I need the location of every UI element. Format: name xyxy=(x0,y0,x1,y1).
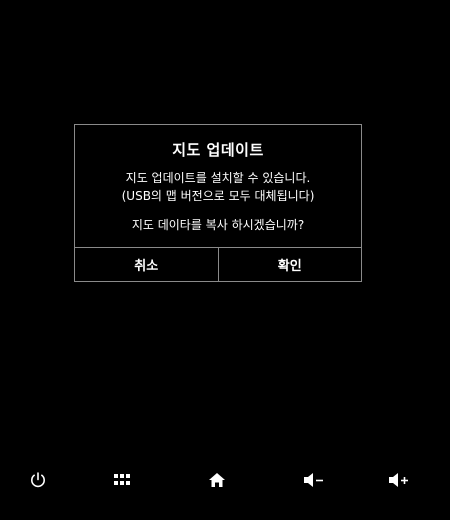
dialog-question: 지도 데이타를 복사 하시겠습니까? xyxy=(131,218,305,232)
volume-up-icon[interactable] xyxy=(384,465,414,495)
cancel-button[interactable]: 취소 xyxy=(75,248,219,281)
dialog-message-line1: 지도 업데이트를 설치할 수 있습니다. xyxy=(125,171,311,185)
bottom-bar xyxy=(0,465,450,495)
dialog-button-row: 취소 확인 xyxy=(75,247,361,281)
power-icon[interactable] xyxy=(23,465,53,495)
apps-grid-icon[interactable] xyxy=(107,465,137,495)
dialog-title: 지도 업데이트 xyxy=(172,141,264,159)
home-icon[interactable] xyxy=(202,465,232,495)
dialog-message: 지도 업데이트를 설치할 수 있습니다. (USB의 맵 버전으로 모두 대체됩… xyxy=(75,169,361,205)
confirm-button[interactable]: 확인 xyxy=(219,248,362,281)
volume-down-icon[interactable] xyxy=(299,465,329,495)
dialog-message-line2: (USB의 맵 버전으로 모두 대체됩니다) xyxy=(121,189,315,203)
map-update-dialog: 지도 업데이트 지도 업데이트를 설치할 수 있습니다. (USB의 맵 버전으… xyxy=(74,124,362,282)
